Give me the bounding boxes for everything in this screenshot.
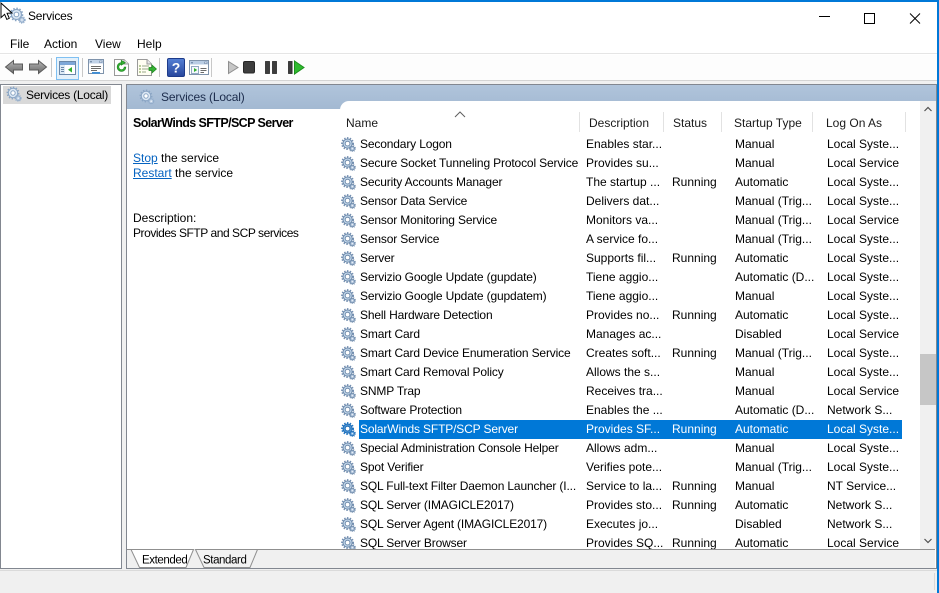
svg-text:?: ? [172, 60, 181, 76]
svg-text:Extended: Extended [142, 555, 187, 567]
svg-text:Standard: Standard [203, 555, 246, 567]
